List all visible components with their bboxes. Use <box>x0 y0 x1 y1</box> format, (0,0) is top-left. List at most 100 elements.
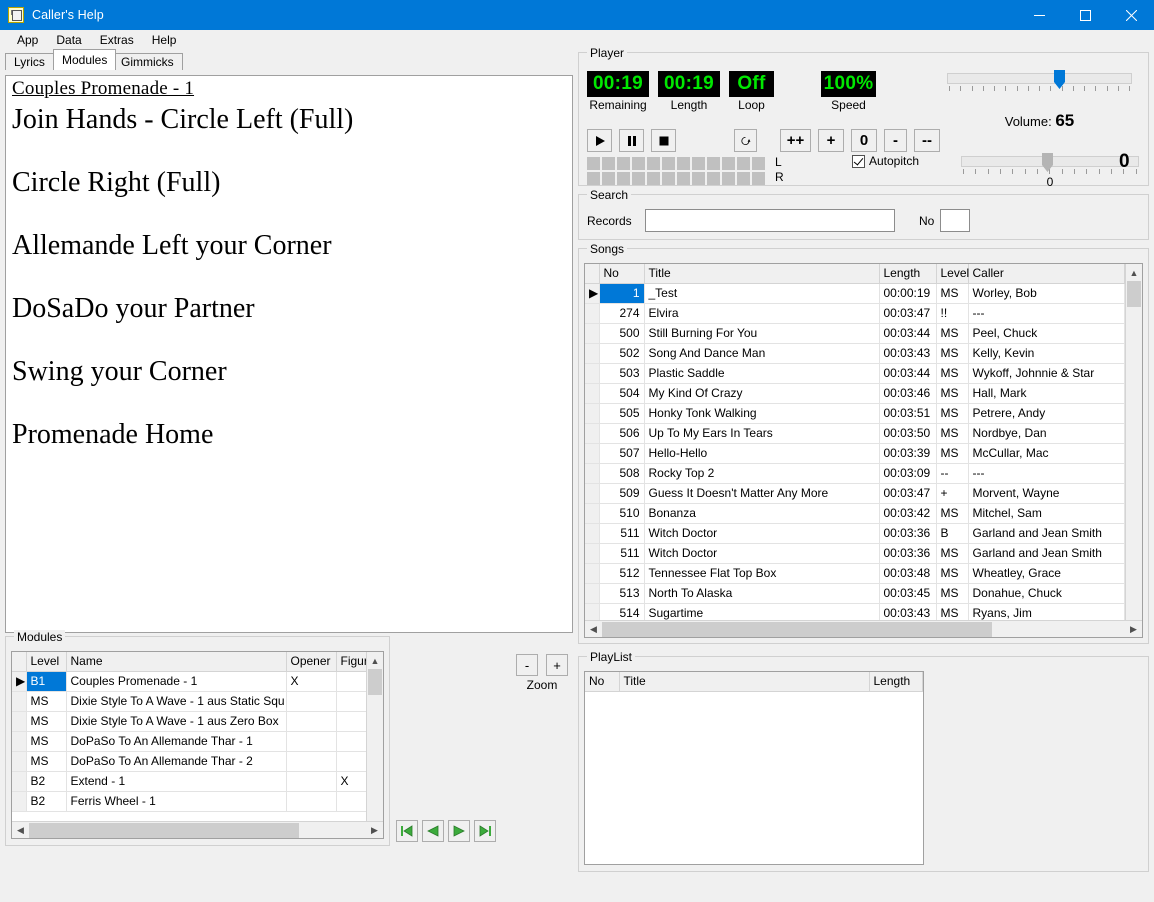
songs-col-title[interactable]: Title <box>644 264 880 284</box>
cell-level[interactable]: MS <box>936 363 969 384</box>
table-row[interactable]: 508 Rocky Top 2 00:03:09 -- --- <box>585 463 1125 484</box>
table-row[interactable]: B2 Extend - 1 X <box>12 771 366 792</box>
cell-figure[interactable] <box>336 691 366 712</box>
cell-opener[interactable] <box>286 791 337 812</box>
cell-level[interactable]: MS <box>26 751 67 772</box>
table-row[interactable]: 503 Plastic Saddle 00:03:44 MS Wykoff, Johnn… <box>585 363 1125 384</box>
scroll-left-icon[interactable]: ◀ <box>12 825 29 836</box>
playlist-col-length[interactable]: Length <box>869 672 923 692</box>
cell-level[interactable]: MS <box>936 443 969 464</box>
cell-level[interactable]: MS <box>936 343 969 364</box>
cell-caller[interactable]: --- <box>968 463 1125 484</box>
volume-slider-track[interactable] <box>947 70 1132 89</box>
songs-scroll-thumb[interactable] <box>1127 281 1141 307</box>
cell-caller[interactable]: Nordbye, Dan <box>968 423 1125 444</box>
menu-item-help[interactable]: Help <box>143 32 186 48</box>
table-row[interactable]: 500 Still Burning For You 00:03:44 MS Peel, … <box>585 323 1125 344</box>
playlist-col-no[interactable]: No <box>585 672 620 692</box>
table-row[interactable]: 513 North To Alaska 00:03:45 MS Donahue, Chu… <box>585 583 1125 604</box>
cell-title[interactable]: Up To My Ears In Tears <box>644 423 880 444</box>
cell-figure[interactable]: X <box>336 771 366 792</box>
module-text-pane[interactable]: Couples Promenade - 1 Join Hands - Circl… <box>5 75 573 633</box>
cell-title[interactable]: Sugartime <box>644 603 880 620</box>
cell-title[interactable]: My Kind Of Crazy <box>644 383 880 404</box>
table-row[interactable]: ▶ B1 Couples Promenade - 1X <box>12 671 366 692</box>
cell-caller[interactable]: McCullar, Mac <box>968 443 1125 464</box>
modules-col-name[interactable]: Name <box>66 652 287 672</box>
cell-caller[interactable]: Garland and Jean Smith <box>968 523 1125 544</box>
cell-title[interactable]: Rocky Top 2 <box>644 463 880 484</box>
autopitch-checkbox[interactable] <box>852 154 865 168</box>
cell-level[interactable]: MS <box>26 731 67 752</box>
cell-level[interactable]: MS <box>26 711 67 732</box>
pitch-slider[interactable]: 0 <box>961 153 1139 189</box>
cell-level[interactable]: + <box>936 483 969 504</box>
next-record-button[interactable] <box>448 820 470 842</box>
modules-vertical-scrollbar[interactable]: ▲ ▼ <box>366 652 383 838</box>
cell-no[interactable]: 512 <box>599 563 645 584</box>
table-row[interactable]: MS Dixie Style To A Wave - 1 aus Static S… <box>12 691 366 712</box>
cell-no[interactable]: 511 <box>599 543 645 564</box>
records-search-input[interactable] <box>645 209 895 232</box>
menu-item-app[interactable]: App <box>8 32 47 48</box>
table-row[interactable]: 506 Up To My Ears In Tears 00:03:50 MS Nordb… <box>585 423 1125 444</box>
cell-length[interactable]: 00:03:43 <box>879 603 937 620</box>
play-button[interactable] <box>587 129 612 152</box>
playlist-col-title[interactable]: Title <box>619 672 870 692</box>
cell-opener[interactable] <box>286 751 337 772</box>
cell-title[interactable]: Witch Doctor <box>644 523 880 544</box>
table-row[interactable]: 504 My Kind Of Crazy 00:03:46 MS Hall, Mark <box>585 383 1125 404</box>
cell-level[interactable]: !! <box>936 303 969 324</box>
cell-level[interactable]: MS <box>936 283 969 304</box>
table-row[interactable]: 507 Hello-Hello 00:03:39 MS McCullar, Mac <box>585 443 1125 464</box>
cell-title[interactable]: _Test <box>644 283 880 304</box>
speed-down-fast-button[interactable]: -- <box>914 129 940 152</box>
cell-caller[interactable]: Morvent, Wayne <box>968 483 1125 504</box>
modules-col-level[interactable]: Level <box>26 652 67 672</box>
cell-length[interactable]: 00:03:36 <box>879 523 937 544</box>
cell-level[interactable]: MS <box>26 691 67 712</box>
cell-no[interactable]: 510 <box>599 503 645 524</box>
cell-figure[interactable] <box>336 671 366 692</box>
table-row[interactable]: 511 Witch Doctor 00:03:36 MS Garland and Jea… <box>585 543 1125 564</box>
cell-caller[interactable]: --- <box>968 303 1125 324</box>
cell-title[interactable]: Tennessee Flat Top Box <box>644 563 880 584</box>
cell-caller[interactable]: Worley, Bob <box>968 283 1125 304</box>
songs-vertical-scrollbar[interactable]: ▲ ▼ <box>1125 264 1142 637</box>
cell-level[interactable]: B2 <box>26 791 67 812</box>
cell-opener[interactable] <box>286 731 337 752</box>
cell-level[interactable]: MS <box>936 423 969 444</box>
cell-title[interactable]: Plastic Saddle <box>644 363 880 384</box>
table-row[interactable]: 511 Witch Doctor 00:03:36 B Garland and Jean… <box>585 523 1125 544</box>
cell-opener[interactable] <box>286 771 337 792</box>
cell-no[interactable]: 508 <box>599 463 645 484</box>
cell-length[interactable]: 00:03:50 <box>879 423 937 444</box>
cell-length[interactable]: 00:03:46 <box>879 383 937 404</box>
cell-level[interactable]: MS <box>936 543 969 564</box>
speed-up-fast-button[interactable]: ++ <box>780 129 811 152</box>
cell-level[interactable]: MS <box>936 563 969 584</box>
menu-item-data[interactable]: Data <box>47 32 90 48</box>
maximize-icon[interactable] <box>1062 0 1108 30</box>
cell-name[interactable]: Couples Promenade - 1 <box>66 671 287 692</box>
songs-horizontal-scrollbar[interactable]: ◀ ▶ <box>585 620 1142 637</box>
songs-col-caller[interactable]: Caller <box>968 264 1125 284</box>
stop-button[interactable] <box>651 129 676 152</box>
cell-no[interactable]: 507 <box>599 443 645 464</box>
cell-level[interactable]: B1 <box>26 671 67 692</box>
table-row[interactable]: MS DoPaSo To An Allemande Thar - 2 <box>12 751 366 772</box>
songs-col-level[interactable]: Level <box>936 264 969 284</box>
speed-up-button[interactable]: + <box>818 129 844 152</box>
cell-caller[interactable]: Mitchel, Sam <box>968 503 1125 524</box>
table-row[interactable]: 510 Bonanza 00:03:42 MS Mitchel, Sam <box>585 503 1125 524</box>
songs-col-no[interactable]: No <box>599 264 645 284</box>
tab-lyrics[interactable]: Lyrics <box>5 53 54 70</box>
cell-opener[interactable] <box>286 691 337 712</box>
cell-level[interactable]: MS <box>936 503 969 524</box>
cell-figure[interactable] <box>336 711 366 732</box>
cell-length[interactable]: 00:03:48 <box>879 563 937 584</box>
cell-figure[interactable] <box>336 791 366 812</box>
cell-level[interactable]: MS <box>936 403 969 424</box>
cell-title[interactable]: Still Burning For You <box>644 323 880 344</box>
songs-grid[interactable]: No Title Length Level Caller ▶ 1 _Test 00:0… <box>584 263 1143 638</box>
